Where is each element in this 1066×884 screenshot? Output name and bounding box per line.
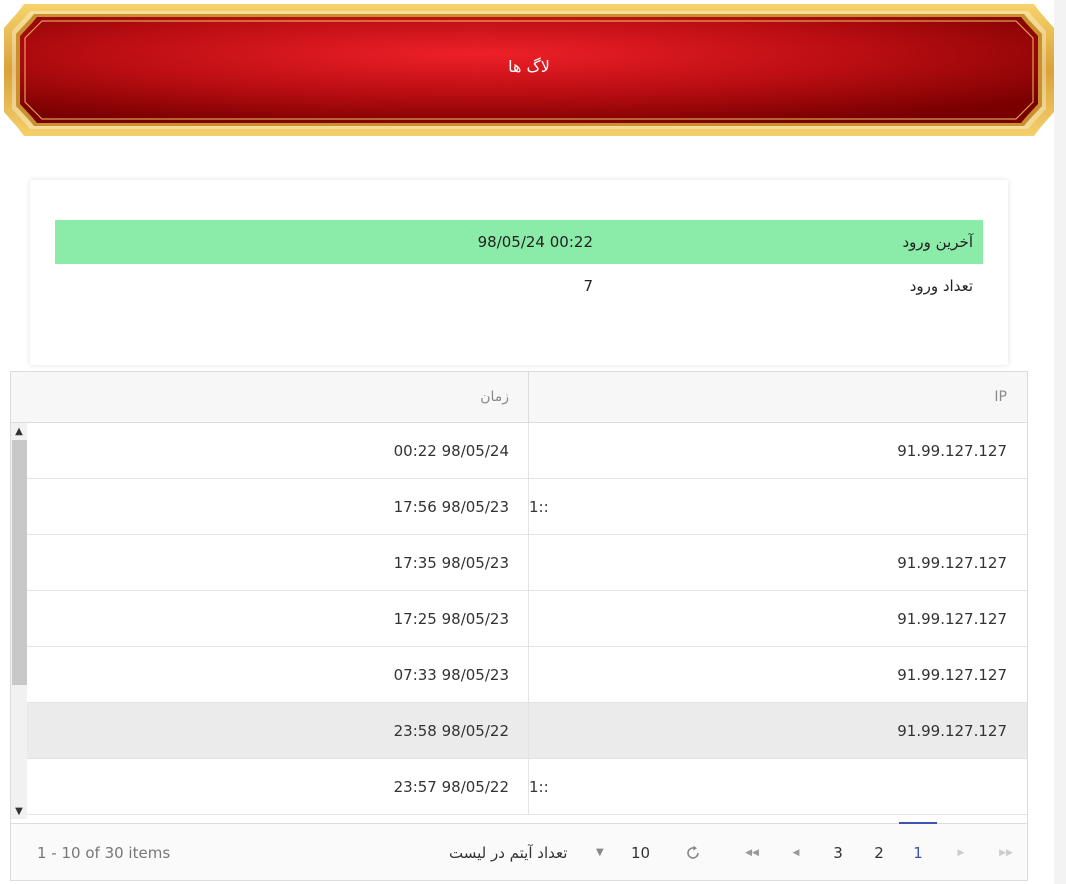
- cell-time: 23:58 98/05/22: [393, 722, 509, 740]
- last-page-icon[interactable]: ▶▶: [994, 824, 1018, 881]
- table-row[interactable]: 23:57 98/05/22 ::1: [27, 759, 1027, 815]
- cell-ip: 91.99.127.127: [897, 722, 1007, 740]
- next-page-icon[interactable]: ▶: [949, 824, 973, 881]
- scroll-down-arrow-icon[interactable]: ▼: [11, 803, 27, 819]
- table-row[interactable]: 17:25 98/05/23 91.99.127.127: [27, 591, 1027, 647]
- grid-header: زمان IP: [11, 372, 1027, 423]
- first-page-icon[interactable]: ◀◀: [740, 824, 764, 881]
- cell-time: 17:35 98/05/23: [393, 554, 509, 572]
- page-size-label: تعداد آیتم در لیست: [449, 843, 568, 862]
- cell-time: 00:22 98/05/24: [393, 442, 509, 460]
- table-row[interactable]: 00:22 98/05/24 91.99.127.127: [27, 423, 1027, 479]
- cell-ip: 91.99.127.127: [897, 610, 1007, 628]
- cell-time: 07:33 98/05/23: [393, 666, 509, 684]
- table-row[interactable]: 07:33 98/05/23 91.99.127.127: [27, 647, 1027, 703]
- cell-ip: 91.99.127.127: [897, 666, 1007, 684]
- page-number-2[interactable]: 2: [860, 824, 898, 881]
- cell-ip: ::1: [529, 778, 549, 796]
- login-summary-card: آخرین ورود 00:22 98/05/24 تعداد ورود 7: [30, 180, 1008, 365]
- cell-time: 17:56 98/05/23: [393, 498, 509, 516]
- table-row[interactable]: 17:35 98/05/23 91.99.127.127: [27, 535, 1027, 591]
- column-header-time[interactable]: زمان: [11, 372, 529, 422]
- page-size-select[interactable]: 10: [631, 824, 650, 881]
- cell-time: 17:25 98/05/23: [393, 610, 509, 628]
- cell-ip: 91.99.127.127: [897, 442, 1007, 460]
- last-login-value: 00:22 98/05/24: [477, 233, 593, 251]
- chevron-down-icon[interactable]: ▼: [596, 824, 604, 881]
- login-count-value: 7: [583, 277, 593, 295]
- page-number-3[interactable]: 3: [819, 824, 857, 881]
- previous-page-icon[interactable]: ◀: [784, 824, 808, 881]
- cell-time: 23:57 98/05/22: [393, 778, 509, 796]
- last-login-label: آخرین ورود: [902, 233, 974, 251]
- cell-ip: 91.99.127.127: [897, 554, 1007, 572]
- table-row[interactable]: 17:56 98/05/23 ::1: [27, 479, 1027, 535]
- login-count-row: تعداد ورود 7: [55, 264, 983, 308]
- page-header-banner: لاگ ها: [4, 4, 1054, 136]
- page-number-1-current[interactable]: 1: [899, 822, 937, 881]
- grid-body: ▲ ▼ 00:22 98/05/24 91.99.127.127 17:56 9…: [11, 423, 1027, 819]
- cell-ip: ::1: [529, 498, 549, 516]
- pager-info: 1 - 10 of 30 items: [37, 843, 171, 862]
- login-count-label: تعداد ورود: [909, 277, 973, 295]
- vertical-scrollbar[interactable]: ▲ ▼: [11, 423, 27, 819]
- login-log-grid: زمان IP ▲ ▼ 00:22 98/05/24 91.99.127.127…: [10, 371, 1028, 881]
- refresh-icon[interactable]: [683, 824, 703, 881]
- scroll-thumb[interactable]: [12, 440, 27, 685]
- scroll-up-arrow-icon[interactable]: ▲: [11, 423, 27, 439]
- table-row-selected[interactable]: 23:58 98/05/22 91.99.127.127: [27, 703, 1027, 759]
- column-header-ip[interactable]: IP: [529, 372, 1027, 422]
- grid-pager: 1 - 10 of 30 items تعداد آیتم در لیست ▼ …: [11, 822, 1027, 881]
- last-login-row: آخرین ورود 00:22 98/05/24: [55, 220, 983, 264]
- page-right-gutter: [1054, 0, 1066, 884]
- page-title: لاگ ها: [508, 56, 550, 76]
